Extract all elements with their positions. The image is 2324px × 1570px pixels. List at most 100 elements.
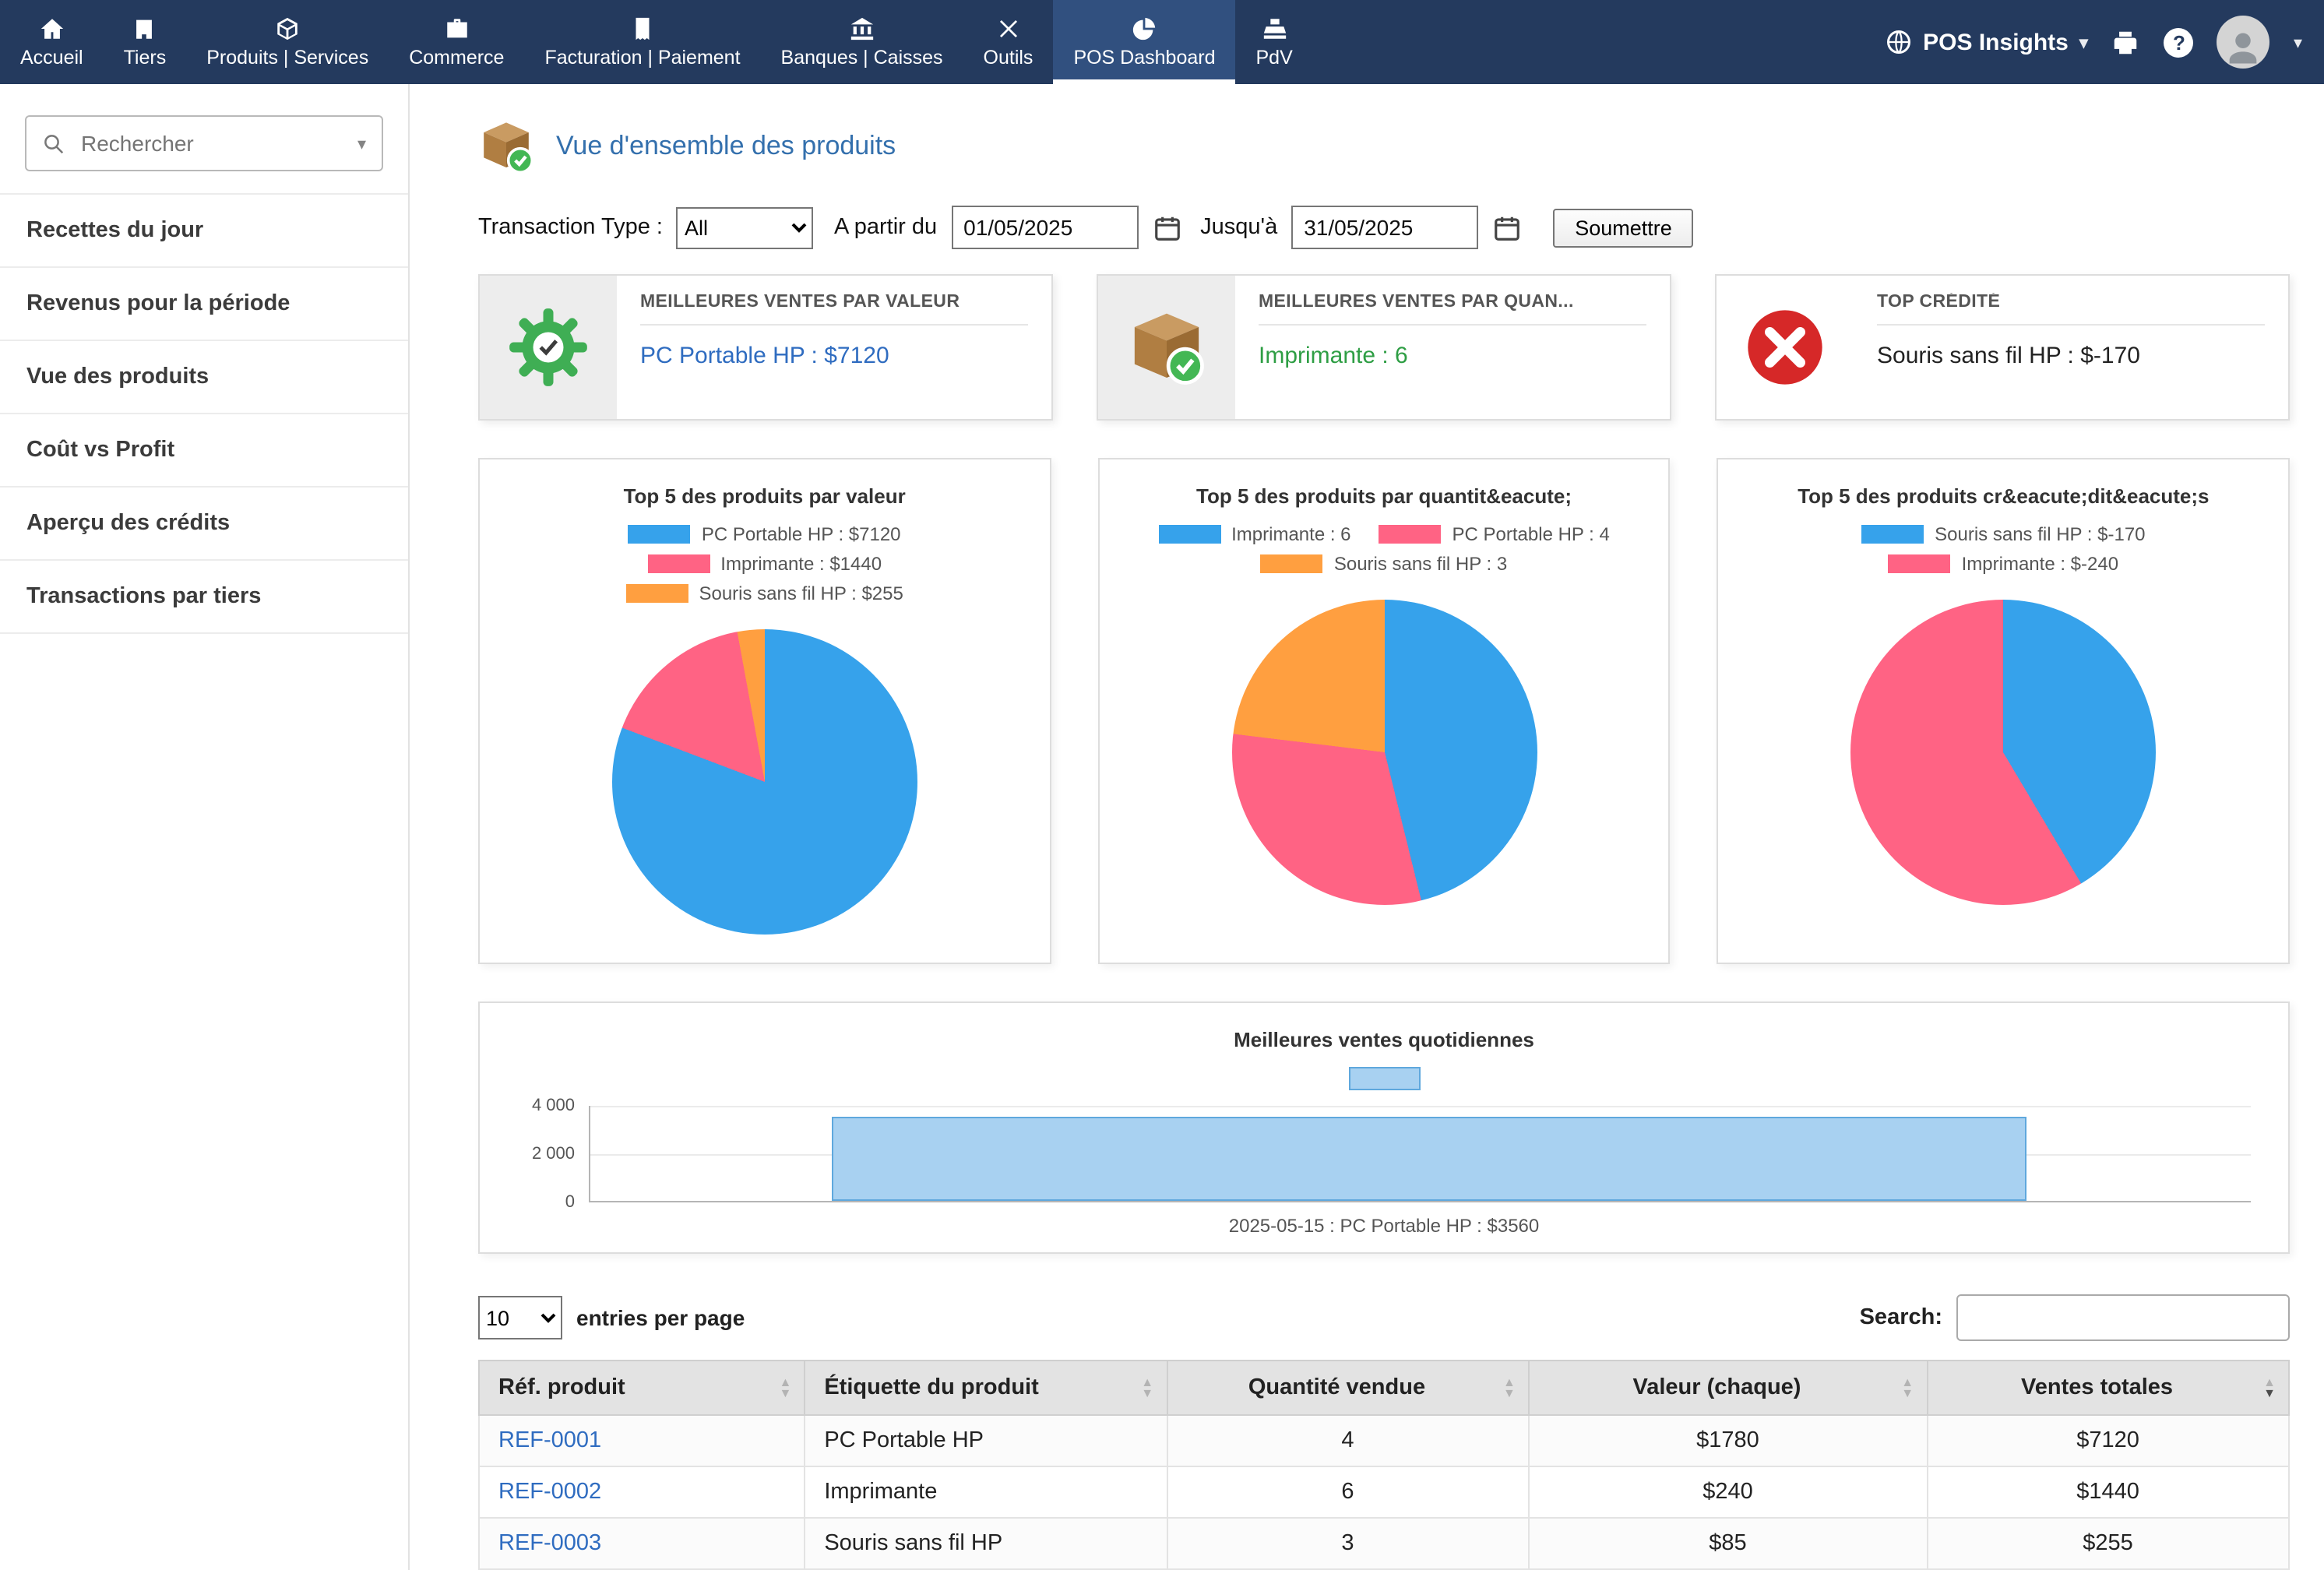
user-menu-chevron-icon[interactable]: ▾: [2294, 32, 2302, 52]
nav-label: Produits | Services: [206, 47, 368, 69]
nav-item-pos-dashboard[interactable]: POS Dashboard: [1053, 0, 1235, 84]
nav-item-pdv[interactable]: PdV: [1236, 0, 1313, 84]
sort-icon[interactable]: ▲▼: [1141, 1377, 1153, 1399]
legend-swatch: [647, 554, 710, 573]
kpi-boxes: MEILLEURES VENTES PAR VALEUR PC Portable…: [478, 274, 2290, 421]
total-cell: $1440: [1927, 1466, 2289, 1518]
legend-entry[interactable]: Souris sans fil HP : 3: [1261, 553, 1507, 575]
legend-entry[interactable]: PC Portable HP : 4: [1379, 523, 1610, 545]
transaction-type-select[interactable]: All: [677, 206, 814, 248]
chart-legend: PC Portable HP : $7120 Imprimante : $144…: [495, 523, 1033, 604]
kpi-value-link[interactable]: PC Portable HP : $7120: [640, 343, 1028, 369]
column-header-quantity[interactable]: Quantité vendue▲▼: [1167, 1361, 1529, 1415]
y-tick: 4 000: [532, 1097, 575, 1115]
date-from-calendar-button[interactable]: [1152, 210, 1186, 245]
user-avatar[interactable]: [2217, 16, 2270, 69]
legend-swatch: [1261, 554, 1323, 573]
table-row: REF-0001 PC Portable HP 4 $1780 $7120: [479, 1415, 2289, 1466]
red-cross-icon: [1745, 307, 1826, 388]
nav-item-produits-services[interactable]: Produits | Services: [186, 0, 389, 84]
nav-item-banques-caisses[interactable]: Banques | Caisses: [761, 0, 963, 84]
column-header-ref[interactable]: Réf. produit▲▼: [479, 1361, 805, 1415]
sort-icon[interactable]: ▲▼: [779, 1377, 791, 1399]
legend-entry[interactable]: PC Portable HP : $7120: [629, 523, 901, 545]
legend-entry[interactable]: Imprimante : 6: [1158, 523, 1350, 545]
chart-legend: Imprimante : 6 PC Portable HP : 4 Souris…: [1114, 523, 1653, 575]
main-content: Vue d'ensemble des produits Transaction …: [410, 84, 2324, 1570]
table-search-input[interactable]: [1956, 1294, 2290, 1341]
legend-label: Souris sans fil HP : 3: [1334, 553, 1507, 575]
page-title: Vue d'ensemble des produits: [556, 131, 896, 162]
nav-item-tiers[interactable]: Tiers: [104, 0, 187, 84]
kpi-icon-panel: [1717, 276, 1854, 419]
nav-item-facturation-paiement[interactable]: Facturation | Paiement: [524, 0, 760, 84]
search-icon: [42, 132, 65, 155]
legend-entry[interactable]: Souris sans fil HP : $255: [625, 583, 903, 604]
kpi-icon-panel: [1098, 276, 1235, 419]
sidebar-menu: Recettes du jour Revenus pour la période…: [0, 193, 408, 634]
column-header-value-each[interactable]: Valeur (chaque)▲▼: [1529, 1361, 1927, 1415]
app-shell: ▾ Recettes du jour Revenus pour la pério…: [0, 84, 2324, 1570]
legend-label: Souris sans fil HP : $-170: [1935, 523, 2145, 545]
help-button[interactable]: ?: [2164, 27, 2194, 57]
date-from-input[interactable]: [951, 206, 1138, 249]
quantity-cell: 6: [1167, 1466, 1529, 1518]
sort-icon[interactable]: ▲▼: [1503, 1377, 1516, 1399]
nav-label: Accueil: [20, 47, 83, 69]
table-row: REF-0003 Souris sans fil HP 3 $85 $255: [479, 1518, 2289, 1569]
nav-item-commerce[interactable]: Commerce: [389, 0, 524, 84]
product-ref-link[interactable]: REF-0001: [498, 1428, 601, 1453]
gridline: [590, 1106, 2251, 1107]
product-label-cell: Souris sans fil HP: [805, 1518, 1167, 1569]
column-header-total-sales[interactable]: Ventes totales▲▼: [1927, 1361, 2289, 1415]
legend-label: PC Portable HP : $7120: [702, 523, 901, 545]
module-switcher[interactable]: POS Insights ▾: [1884, 28, 2088, 56]
kpi-value: Souris sans fil HP : $-170: [1877, 343, 2265, 369]
date-to-input[interactable]: [1291, 206, 1478, 249]
search-dropdown-chevron-icon[interactable]: ▾: [357, 133, 366, 153]
sidebar-item-cout-vs-profit[interactable]: Coût vs Profit: [0, 414, 408, 488]
brand-label: POS Insights: [1923, 29, 2069, 55]
legend-entry[interactable]: Imprimante : $1440: [647, 553, 882, 575]
sidebar-item-transactions-par-tiers[interactable]: Transactions par tiers: [0, 561, 408, 634]
sidebar-item-revenus-periode[interactable]: Revenus pour la période: [0, 268, 408, 341]
chart-title: Meilleures ventes quotidiennes: [508, 1028, 2260, 1051]
sidebar-search[interactable]: ▾: [25, 115, 383, 171]
pie-card-credited: Top 5 des produits cr&eacute;dit&eacute;…: [1717, 458, 2290, 964]
sidebar-item-apercu-des-credits[interactable]: Aperçu des crédits: [0, 488, 408, 561]
column-header-label[interactable]: Étiquette du produit▲▼: [805, 1361, 1167, 1415]
home-icon: [38, 16, 65, 42]
product-ref-link[interactable]: REF-0003: [498, 1531, 601, 1556]
table-search-label: Search:: [1860, 1305, 1942, 1330]
legend-label: Imprimante : 6: [1231, 523, 1350, 545]
calendar-icon: [1152, 213, 1181, 242]
printer-icon: [2111, 27, 2141, 57]
date-to-calendar-button[interactable]: [1492, 210, 1526, 245]
nav-item-outils[interactable]: Outils: [963, 0, 1054, 84]
legend-entry[interactable]: Imprimante : $-240: [1889, 553, 2118, 575]
legend-entry[interactable]: Souris sans fil HP : $-170: [1861, 523, 2145, 545]
legend-swatch[interactable]: [1348, 1067, 1420, 1090]
legend-swatch: [629, 525, 691, 544]
sort-icon[interactable]: ▲▼: [1901, 1377, 1914, 1399]
left-sidebar: ▾ Recettes du jour Revenus pour la pério…: [0, 84, 410, 1570]
search-input[interactable]: [78, 129, 345, 157]
x-axis-label: 2025-05-15 : PC Portable HP : $3560: [508, 1215, 2260, 1237]
submit-button[interactable]: Soumettre: [1553, 208, 1694, 247]
bar-plot: 4 000 2 000 0: [514, 1106, 2251, 1202]
plot-area: [589, 1106, 2251, 1202]
nav-label: Outils: [984, 47, 1033, 69]
topbar-right-cluster: POS Insights ▾ ? ▾: [1884, 0, 2324, 84]
sidebar-item-vue-des-produits[interactable]: Vue des produits: [0, 341, 408, 414]
nav-label: PdV: [1256, 47, 1293, 69]
product-ref-link[interactable]: REF-0002: [498, 1480, 601, 1505]
nav-label: Tiers: [124, 47, 167, 69]
y-tick: 2 000: [532, 1145, 575, 1163]
print-button[interactable]: [2111, 27, 2141, 57]
sidebar-item-recettes-du-jour[interactable]: Recettes du jour: [0, 195, 408, 268]
entries-per-page-select[interactable]: 10: [478, 1296, 562, 1339]
chevron-down-icon: ▾: [2079, 32, 2088, 52]
kpi-title: MEILLEURES VENTES PAR QUAN...: [1259, 293, 1646, 326]
nav-item-accueil[interactable]: Accueil: [0, 0, 104, 84]
sort-icon[interactable]: ▲▼: [2263, 1377, 2276, 1399]
